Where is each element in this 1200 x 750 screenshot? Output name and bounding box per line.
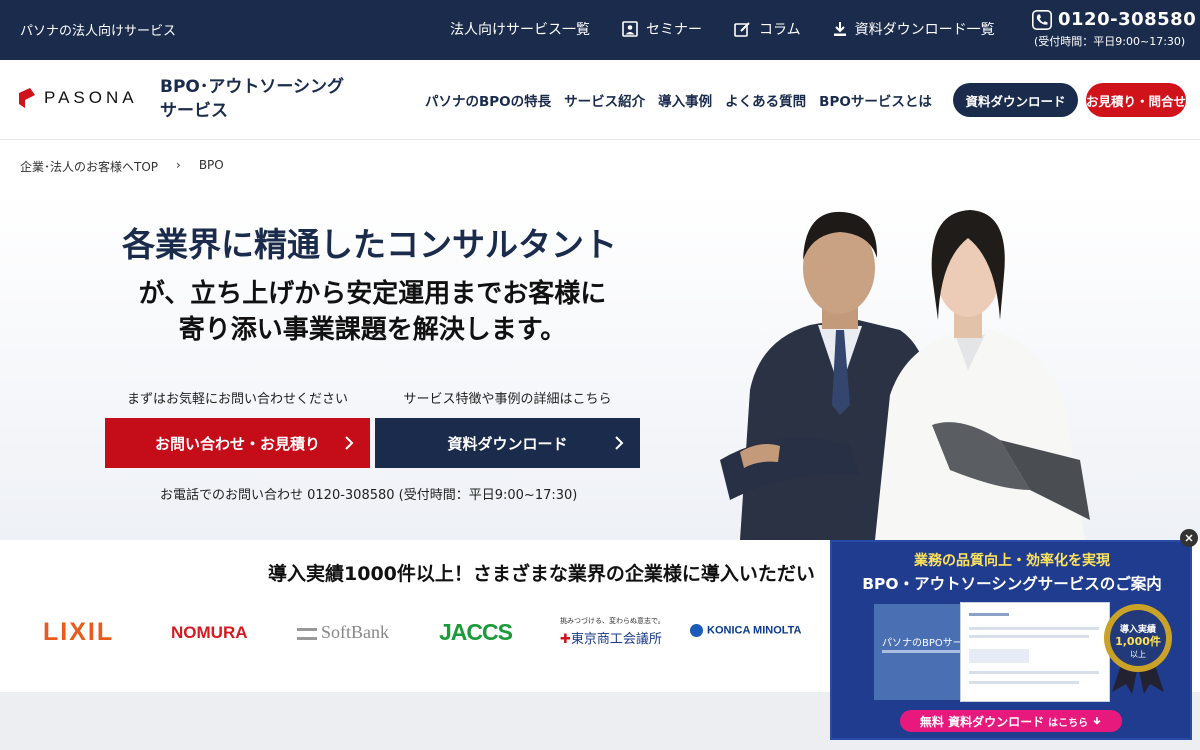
- chevron-right-icon: [615, 436, 624, 450]
- logo-wordmark: PASONA: [44, 88, 138, 107]
- badge-line-1: 導入実績: [1120, 623, 1156, 635]
- top-nav-label: 資料ダウンロード一覧: [854, 22, 995, 38]
- pasona-logo-mark-icon: [19, 88, 35, 108]
- top-nav-services-list[interactable]: 法人向けサービス一覧: [450, 19, 590, 39]
- nav-faq[interactable]: よくある質問: [725, 90, 806, 110]
- download-arrow-icon: [1093, 717, 1101, 725]
- breadcrumb: 企業･法人のお客様へTOP › BPO: [20, 158, 224, 175]
- softbank-logo: SoftBank: [297, 622, 389, 643]
- hero-headline-body: が、立ち上げから安定運用までお客様に 寄り添い事業課題を解決します。: [0, 276, 745, 348]
- popup-download-button[interactable]: 無料 資料ダウンロード はこちら: [900, 710, 1122, 732]
- lixil-logo: LIXIL: [43, 618, 115, 646]
- hero-headline-line: が、立ち上げから安定運用までお客様に: [138, 279, 607, 309]
- popup-download-suffix: はこちら: [1048, 717, 1089, 729]
- achievement-badge-icon: 導入実績 1,000件 以上: [1104, 604, 1172, 694]
- phone-number: 0120-308580: [1058, 9, 1197, 30]
- download-popup[interactable]: 業務の品質向上・効率化を実現 BPO・アウトソーシングサービスのご案内 パソナの…: [830, 540, 1192, 740]
- header-download-button[interactable]: 資料ダウンロード: [953, 83, 1078, 117]
- popup-close-button[interactable]: [1180, 529, 1198, 547]
- pasona-logo[interactable]: PASONA: [18, 87, 138, 109]
- main-nav: パソナのBPOの特長 サービス紹介 導入事例 よくある質問 BPOサービスとは: [425, 90, 945, 110]
- client-logos: LIXIL NOMURA SoftBank JACCS 挑みつづける、変わらぬ意…: [0, 600, 830, 670]
- nav-about-bpo[interactable]: BPOサービスとは: [819, 90, 932, 110]
- hero-headline-highlight: 各業界に精通したコンサルタント: [118, 218, 621, 266]
- top-nav-seminar[interactable]: セミナー: [622, 19, 702, 39]
- header-quote-button[interactable]: お見積り・問合せ: [1086, 83, 1186, 117]
- corporate-services-link[interactable]: パソナの法人向けサービス: [20, 20, 176, 39]
- tokyo-cci-logo: 挑みつづける、変わらぬ意志で。 ✚東京商工会議所: [560, 616, 665, 647]
- phone-inquiry-note: お電話でのお問い合わせ 0120-308580 (受付時間：平日9:00~17:…: [160, 488, 578, 503]
- top-bar: パソナの法人向けサービス 法人向けサービス一覧 セミナー コラム 資料ダウンロー…: [0, 0, 1200, 60]
- popup-title: BPO・アウトソーシングサービスのご案内: [862, 575, 1162, 593]
- contact-quote-button[interactable]: お問い合わせ・お見積り: [105, 418, 370, 468]
- nav-services[interactable]: サービス紹介: [564, 90, 645, 110]
- clients-title: 導入実績1000件以上！さまざまな業界の企業様に導入いただい: [268, 563, 815, 585]
- hero-download-button[interactable]: 資料ダウンロード: [375, 418, 640, 468]
- breadcrumb-separator: ›: [176, 158, 181, 172]
- hero-download-label: 資料ダウンロード: [447, 434, 568, 453]
- chevron-right-icon: [345, 436, 354, 450]
- nav-case-studies[interactable]: 導入事例: [658, 90, 712, 110]
- breadcrumb-current: BPO: [198, 158, 224, 172]
- consultants-photo: [720, 210, 1090, 540]
- phone-hours: (受付時間：平日9:00~17:30): [1034, 35, 1186, 48]
- top-nav-column[interactable]: コラム: [734, 19, 801, 39]
- badge-line-2: 1,000件: [1115, 634, 1161, 648]
- nav-features[interactable]: パソナのBPOの特長: [425, 90, 551, 110]
- tokyo-cci-tagline: 挑みつづける、変わらぬ意志で。: [560, 617, 665, 625]
- top-nav-label: コラム: [759, 22, 801, 38]
- brochure-page-image: [960, 602, 1110, 702]
- badge-line-3: 以上: [1130, 650, 1146, 659]
- jaccs-logo: JACCS: [439, 619, 513, 645]
- popup-download-label: 無料 資料ダウンロード: [919, 714, 1045, 729]
- site-header: PASONA BPO･アウトソーシング サービス パソナのBPOの特長 サービス…: [0, 60, 1200, 140]
- softbank-wordmark: SoftBank: [321, 622, 390, 642]
- brochure-row: [969, 627, 1099, 630]
- top-nav-downloads[interactable]: 資料ダウンロード一覧: [833, 19, 995, 39]
- service-name[interactable]: BPO･アウトソーシング サービス: [160, 75, 350, 123]
- brochure-row: [969, 635, 1089, 638]
- popup-subtitle: 業務の品質向上・効率化を実現: [914, 553, 1110, 569]
- konica-minolta-logo: KONICA MINOLTA: [690, 624, 802, 637]
- top-nav: 法人向けサービス一覧 セミナー コラム 資料ダウンロード一覧: [450, 19, 1027, 39]
- brochure-row: [969, 671, 1099, 674]
- top-nav-label: セミナー: [646, 22, 702, 38]
- seminar-icon: [622, 21, 638, 37]
- download-caption: サービス特徴や事例の詳細はこちら: [403, 392, 612, 407]
- download-icon: [833, 22, 846, 36]
- brochure-row: [969, 681, 1079, 684]
- nomura-logo: NOMURA: [171, 623, 248, 642]
- konica-globe-icon: [690, 624, 703, 637]
- close-icon: [1185, 534, 1193, 542]
- brochure-row: [969, 649, 1029, 663]
- tokyo-cci-wordmark: 東京商工会議所: [570, 632, 662, 647]
- konica-wordmark: KONICA MINOLTA: [707, 624, 802, 637]
- edit-icon: [734, 21, 750, 37]
- breadcrumb-top-link[interactable]: 企業･法人のお客様へTOP: [20, 158, 158, 175]
- hero-section: 各業界に精通したコンサルタント が、立ち上げから安定運用までお客様に 寄り添い事…: [0, 190, 1200, 540]
- phone-icon: [1032, 9, 1052, 30]
- contact-caption: まずはお気軽にお問い合わせください: [126, 392, 348, 407]
- contact-quote-label: お問い合わせ・お見積り: [154, 434, 320, 453]
- softbank-mark-icon: [297, 627, 317, 640]
- hero-headline-line: 寄り添い事業課題を解決します。: [178, 315, 567, 345]
- brochure-row: [969, 613, 1009, 616]
- tokyo-cci-mark-icon: ✚: [560, 632, 571, 647]
- top-nav-label: 法人向けサービス一覧: [450, 22, 590, 38]
- phone-contact[interactable]: 0120-308580 (受付時間：平日9:00~17:30): [1032, 9, 1196, 49]
- hero-headline-text: 各業界に精通したコンサルタント: [122, 225, 617, 264]
